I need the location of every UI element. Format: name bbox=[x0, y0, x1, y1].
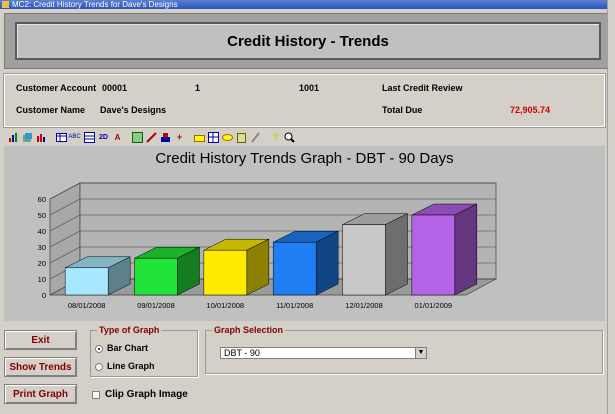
bar-chart-label: Bar Chart bbox=[107, 343, 149, 353]
y-tick-label: 60 bbox=[38, 195, 46, 204]
3d-graph-icon[interactable] bbox=[22, 132, 33, 143]
chart-edit-icon[interactable] bbox=[160, 132, 171, 143]
pen-icon[interactable] bbox=[250, 132, 261, 143]
table-grid-icon[interactable] bbox=[84, 132, 95, 143]
total-due-label: Total Due bbox=[382, 105, 423, 115]
graph-selection-value: DBT - 90 bbox=[224, 348, 260, 358]
header-box: Credit History - Trends bbox=[15, 22, 601, 60]
chevron-down-icon[interactable]: ▼ bbox=[415, 348, 426, 358]
chart-area: Credit History Trends Graph - DBT - 90 D… bbox=[4, 146, 605, 321]
graph-toolbar: ABC 2D A + ? bbox=[8, 132, 308, 146]
account-field-3: 1001 bbox=[299, 83, 320, 93]
x-tick-label: 10/01/2008 bbox=[207, 301, 245, 310]
account-field-2: 1 bbox=[195, 83, 201, 93]
x-tick-label: 01/01/2009 bbox=[415, 301, 453, 310]
last-credit-review-label: Last Credit Review bbox=[382, 83, 463, 93]
bar-side bbox=[315, 230, 339, 296]
customer-info-panel: Customer Account 00001 1 1001 Last Credi… bbox=[3, 73, 606, 128]
x-tick-label: 09/01/2008 bbox=[137, 301, 175, 310]
y-tick-label: 50 bbox=[38, 211, 46, 220]
help-icon[interactable]: ? bbox=[270, 132, 281, 143]
app-icon bbox=[2, 1, 9, 8]
bar-graph-icon[interactable] bbox=[8, 132, 19, 143]
bar-side bbox=[385, 213, 408, 296]
tools-icon[interactable] bbox=[146, 132, 157, 143]
customer-name-value: Dave's Designs bbox=[100, 105, 167, 115]
customer-account-label: Customer Account bbox=[16, 83, 97, 93]
exit-button[interactable]: Exit bbox=[4, 330, 77, 350]
bar bbox=[64, 267, 109, 296]
y-tick-label: 20 bbox=[38, 259, 46, 268]
title-bar: MC2: Credit History Trends for Dave's De… bbox=[0, 0, 615, 9]
customer-name-label: Customer Name bbox=[16, 105, 86, 115]
bar bbox=[411, 214, 456, 296]
bar-chart-radio[interactable] bbox=[95, 345, 103, 353]
text-abc-icon[interactable]: ABC bbox=[68, 132, 80, 143]
2d-icon[interactable]: 2D bbox=[98, 132, 109, 143]
palette-icon[interactable] bbox=[194, 132, 205, 143]
graph-selection-dropdown[interactable]: DBT - 90 ▼ bbox=[220, 347, 427, 359]
window-title: MC2: Credit History Trends for Dave's De… bbox=[12, 0, 178, 9]
customer-account-value: 00001 bbox=[102, 83, 128, 93]
type-of-graph-title: Type of Graph bbox=[97, 325, 162, 335]
clipboard-icon[interactable] bbox=[236, 132, 247, 143]
total-due-value: 72,905.74 bbox=[510, 105, 551, 115]
y-tick-label: 40 bbox=[38, 227, 46, 236]
y-tick-label: 10 bbox=[38, 275, 46, 284]
image-copy-icon[interactable] bbox=[132, 132, 143, 143]
graph-selection-group: Graph Selection DBT - 90 ▼ bbox=[205, 325, 603, 374]
bar bbox=[203, 249, 248, 296]
type-of-graph-group: Type of Graph Bar Chart Line Graph bbox=[90, 325, 198, 377]
line-graph-radio[interactable] bbox=[95, 363, 103, 371]
window-edge bbox=[607, 0, 615, 414]
text-style-icon[interactable]: A bbox=[112, 132, 123, 143]
line-graph-label: Line Graph bbox=[107, 361, 155, 371]
data-table-icon[interactable] bbox=[56, 132, 67, 143]
grouped-bar-icon[interactable] bbox=[36, 132, 47, 143]
print-graph-button[interactable]: Print Graph bbox=[4, 384, 77, 404]
x-tick-label: 12/01/2008 bbox=[345, 301, 383, 310]
zoom-icon[interactable] bbox=[284, 132, 295, 143]
clip-graph-label: Clip Graph Image bbox=[105, 389, 188, 400]
bar bbox=[272, 241, 317, 296]
gridlines-icon[interactable] bbox=[208, 132, 219, 143]
x-tick-label: 08/01/2008 bbox=[68, 301, 106, 310]
bar bbox=[134, 257, 178, 296]
graph-selection-title: Graph Selection bbox=[212, 325, 286, 335]
y-tick-label: 30 bbox=[38, 243, 46, 252]
clip-graph-checkbox[interactable] bbox=[92, 391, 100, 399]
show-trends-button[interactable]: Show Trends bbox=[4, 357, 77, 377]
bar bbox=[342, 224, 386, 296]
page-title: Credit History - Trends bbox=[227, 32, 389, 50]
add-item-icon[interactable]: + bbox=[174, 132, 185, 143]
bar-chart: 0 10 20 30 40 50 60 08/01/2008 09/01/2008 10/01/2… bbox=[38, 182, 497, 310]
bar-side bbox=[454, 203, 478, 296]
legend-icon[interactable] bbox=[222, 132, 233, 143]
y-tick-label: 0 bbox=[42, 291, 46, 300]
x-tick-label: 11/01/2008 bbox=[276, 301, 313, 310]
header-panel: Credit History - Trends bbox=[4, 13, 610, 69]
